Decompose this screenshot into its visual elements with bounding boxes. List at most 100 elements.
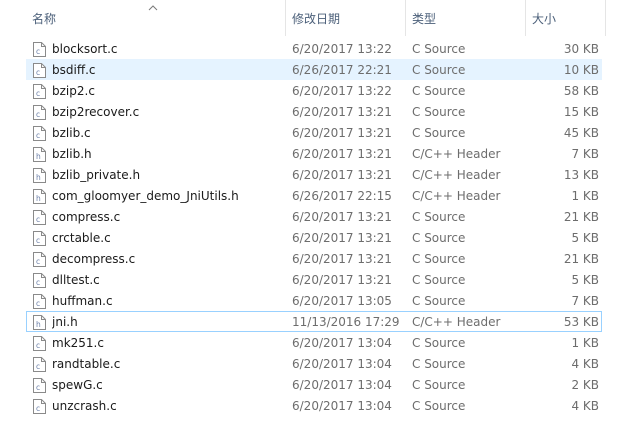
file-type: C Source (412, 231, 466, 245)
file-row[interactable]: h com_gloomyer_demo_JniUtils.h 6/26/2017 2… (26, 185, 602, 206)
file-row[interactable]: c spewG.c 6/20/2017 13:04 C Source 2 KB (26, 374, 602, 395)
header-file-icon: h (33, 168, 46, 183)
file-row[interactable]: h jni.h 11/13/2016 17:29 C/C++ Header 53 KB (26, 311, 602, 332)
file-type: C/C++ Header (412, 315, 501, 329)
file-name: blocksort.c (52, 42, 118, 56)
svg-text:c: c (36, 47, 40, 56)
header-file-icon: h (33, 315, 46, 330)
file-size: 1 KB (571, 336, 599, 350)
file-row[interactable]: h bzlib.h 6/20/2017 13:21 C/C++ Header 7 KB (26, 143, 602, 164)
file-name: decompress.c (52, 252, 136, 266)
file-name: bzlib.c (52, 126, 91, 140)
c-source-file-icon: c (33, 231, 46, 246)
file-row[interactable]: c bsdiff.c 6/26/2017 22:21 C Source 10 KB (26, 59, 602, 80)
file-size: 10 KB (563, 63, 599, 77)
c-source-file-icon: c (33, 357, 46, 372)
file-date-modified: 6/20/2017 13:21 (292, 252, 392, 266)
file-date-modified: 6/20/2017 13:05 (292, 294, 392, 308)
file-row[interactable]: c decompress.c 6/20/2017 13:21 C Source 21 K… (26, 248, 602, 269)
file-name: bsdiff.c (52, 63, 96, 77)
file-row[interactable]: c blocksort.c 6/20/2017 13:22 C Source 30 KB (26, 38, 602, 59)
column-header-type[interactable]: 类型 (406, 0, 526, 36)
file-name: unzcrash.c (52, 399, 117, 413)
svg-text:c: c (36, 404, 40, 413)
file-name: bzip2recover.c (52, 105, 140, 119)
file-row[interactable]: h bzlib_private.h 6/20/2017 13:21 C/C++ Hea… (26, 164, 602, 185)
file-type: C Source (412, 378, 466, 392)
c-source-file-icon: c (33, 399, 46, 414)
file-type: C Source (412, 42, 466, 56)
file-type: C Source (412, 252, 466, 266)
svg-text:h: h (36, 173, 41, 182)
svg-text:h: h (36, 320, 41, 329)
file-size: 13 KB (563, 168, 599, 182)
svg-text:c: c (36, 257, 40, 266)
svg-text:c: c (36, 236, 40, 245)
file-row[interactable]: c randtable.c 6/20/2017 13:04 C Source 4 KB (26, 353, 602, 374)
file-size: 53 KB (563, 315, 599, 329)
file-size: 21 KB (563, 252, 599, 266)
file-name: mk251.c (52, 336, 104, 350)
c-source-file-icon: c (33, 294, 46, 309)
file-date-modified: 6/20/2017 13:22 (292, 84, 392, 98)
c-source-file-icon: c (33, 252, 46, 267)
c-source-file-icon: c (33, 105, 46, 120)
file-row[interactable]: c dlltest.c 6/20/2017 13:21 C Source 5 KB (26, 269, 602, 290)
file-date-modified: 6/20/2017 13:21 (292, 231, 392, 245)
file-date-modified: 6/20/2017 13:04 (292, 378, 392, 392)
file-date-modified: 6/26/2017 22:21 (292, 63, 392, 77)
file-date-modified: 6/20/2017 13:21 (292, 168, 392, 182)
c-source-file-icon: c (33, 84, 46, 99)
column-header-size[interactable]: 大小 (526, 0, 606, 36)
svg-text:c: c (36, 68, 40, 77)
file-date-modified: 6/20/2017 13:04 (292, 357, 392, 371)
file-row[interactable]: c mk251.c 6/20/2017 13:04 C Source 1 KB (26, 332, 602, 353)
file-type: C Source (412, 399, 466, 413)
file-name: crctable.c (52, 231, 111, 245)
file-date-modified: 6/20/2017 13:04 (292, 336, 392, 350)
file-name: huffman.c (52, 294, 113, 308)
file-size: 7 KB (571, 294, 599, 308)
file-size: 5 KB (571, 231, 599, 245)
file-type: C Source (412, 63, 466, 77)
file-name: randtable.c (52, 357, 121, 371)
file-row[interactable]: c bzip2.c 6/20/2017 13:22 C Source 58 KB (26, 80, 602, 101)
svg-text:c: c (36, 278, 40, 287)
file-type: C Source (412, 105, 466, 119)
file-date-modified: 6/20/2017 13:21 (292, 126, 392, 140)
file-type: C Source (412, 294, 466, 308)
file-row[interactable]: c bzlib.c 6/20/2017 13:21 C Source 45 KB (26, 122, 602, 143)
file-row[interactable]: c huffman.c 6/20/2017 13:05 C Source 7 KB (26, 290, 602, 311)
file-size: 4 KB (571, 357, 599, 371)
file-date-modified: 6/20/2017 13:21 (292, 273, 392, 287)
svg-text:c: c (36, 383, 40, 392)
file-size: 30 KB (563, 42, 599, 56)
file-type: C/C++ Header (412, 189, 501, 203)
file-size: 5 KB (571, 273, 599, 287)
file-row[interactable]: c compress.c 6/20/2017 13:21 C Source 21 KB (26, 206, 602, 227)
svg-text:c: c (36, 215, 40, 224)
file-size: 58 KB (563, 84, 599, 98)
svg-text:c: c (36, 341, 40, 350)
header-file-icon: h (33, 147, 46, 162)
file-row[interactable]: c bzip2recover.c 6/20/2017 13:21 C Source 15… (26, 101, 602, 122)
column-header-date-modified[interactable]: 修改日期 (286, 0, 406, 36)
file-size: 45 KB (563, 126, 599, 140)
column-header-bar: 名称 修改日期 类型 大小 (0, 0, 622, 36)
file-size: 15 KB (563, 105, 599, 119)
svg-text:h: h (36, 194, 41, 203)
column-header-name[interactable]: 名称 (26, 0, 286, 36)
file-name: dlltest.c (52, 273, 100, 287)
file-type: C Source (412, 336, 466, 350)
file-type: C Source (412, 357, 466, 371)
file-date-modified: 6/20/2017 13:21 (292, 147, 392, 161)
file-type: C Source (412, 273, 466, 287)
file-row[interactable]: c crctable.c 6/20/2017 13:21 C Source 5 KB (26, 227, 602, 248)
file-row[interactable]: c unzcrash.c 6/20/2017 13:04 C Source 4 KB (26, 395, 602, 416)
file-type: C Source (412, 126, 466, 140)
file-name: com_gloomyer_demo_JniUtils.h (52, 189, 239, 203)
file-type: C Source (412, 210, 466, 224)
file-name: bzlib.h (52, 147, 92, 161)
c-source-file-icon: c (33, 378, 46, 393)
svg-text:c: c (36, 89, 40, 98)
